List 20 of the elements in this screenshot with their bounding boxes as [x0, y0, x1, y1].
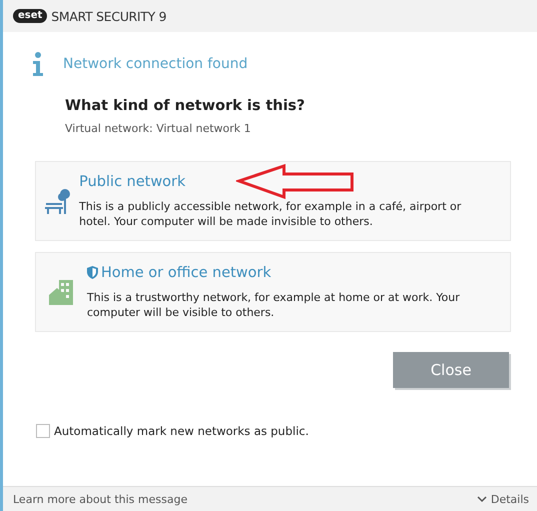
details-toggle[interactable]: Details: [490, 492, 529, 506]
checkbox[interactable]: [36, 424, 50, 438]
question-heading: What kind of network is this?: [65, 98, 306, 114]
option-title: Public network: [79, 174, 186, 190]
chevron-icon: [476, 496, 487, 502]
learn-more-link[interactable]: Learn more about this message: [13, 492, 188, 506]
checkbox-label: Automatically mark new networks as public.: [54, 424, 309, 438]
window-title: SMART SECURITY 9: [51, 8, 166, 24]
shield-icon: [87, 266, 98, 279]
option-description: This is a trustworthy network, for example at home or at work. Your computer will be visible to others.: [87, 290, 461, 320]
network-option[interactable]: Public network This is a publicly accessible network, for example in a café, airport or hotel. Your computer will be made invisible to others.: [35, 161, 511, 241]
logo: eset: [13, 9, 48, 23]
network-option[interactable]: Home or office network This is a trustworthy network, for example at home or at work. Your computer will be visible to others.: [35, 252, 511, 332]
option-title: Home or office network: [101, 264, 272, 280]
network-name: Virtual network: Virtual network 1: [65, 122, 252, 135]
info-icon: [31, 52, 45, 76]
bench-tree-icon: [44, 187, 72, 215]
notice-title: Network connection found: [63, 56, 248, 72]
option-description: This is a publicly accessible network, for example in a café, airport or hotel. Your computer will be made invisible to others.: [79, 198, 462, 228]
building-house-icon: [48, 278, 74, 306]
